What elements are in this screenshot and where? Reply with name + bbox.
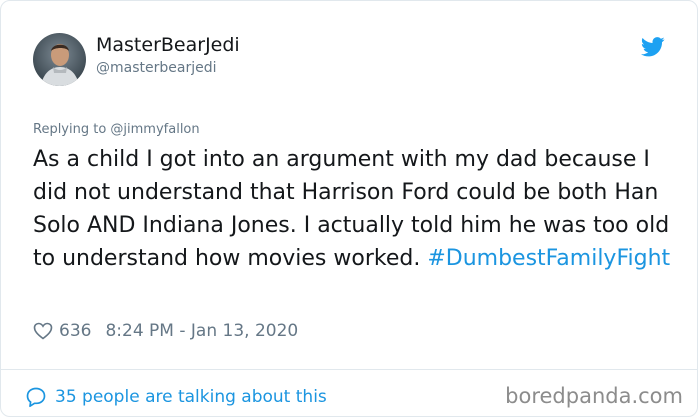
conversation-count-label: 35 people are talking about this	[55, 387, 327, 407]
hashtag-link[interactable]: #DumbestFamilyFight	[427, 246, 670, 271]
avatar-image	[33, 33, 86, 86]
replying-to-line[interactable]: Replying to @jimmyfallon	[33, 122, 200, 137]
avatar[interactable]	[33, 33, 86, 86]
author-name[interactable]: MasterBearJedi	[96, 34, 240, 56]
author-handle[interactable]: @masterbearjedi	[96, 60, 216, 76]
tweet-card: MasterBearJedi @masterbearjedi Replying …	[0, 0, 698, 417]
twitter-bird-icon[interactable]	[641, 37, 665, 57]
divider	[1, 369, 697, 370]
speech-bubble-icon	[26, 387, 46, 408]
tweet-text: As a child I got into an argument with m…	[33, 143, 673, 275]
heart-outline-icon[interactable]	[33, 322, 53, 340]
tweet-meta: 636 8:24 PM - Jan 13, 2020	[33, 319, 298, 343]
watermark-logo: boredpanda.com	[505, 384, 683, 408]
like-count: 636	[59, 321, 92, 341]
conversation-link[interactable]: 35 people are talking about this	[25, 384, 327, 410]
tweet-timestamp[interactable]: 8:24 PM - Jan 13, 2020	[105, 321, 298, 341]
